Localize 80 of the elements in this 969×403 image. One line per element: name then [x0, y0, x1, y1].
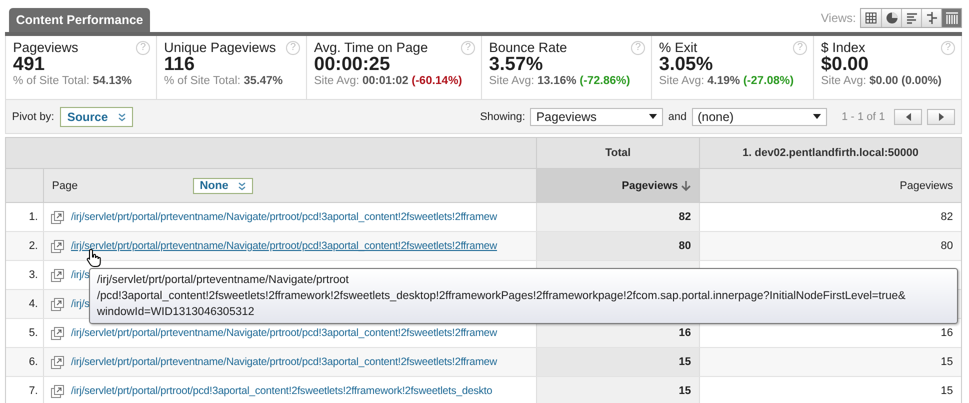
metric-value: $0.00	[821, 55, 870, 75]
view-button[interactable]	[881, 9, 901, 27]
table-cell: 80	[536, 232, 699, 260]
row-number: 4.	[28, 297, 39, 312]
metric-comparison: Site Avg: 00:01:02 (-60.14%)	[314, 75, 464, 87]
metric-comparison: Site Avg: 13.16% (-72.86%)	[489, 75, 632, 87]
table-cell: 15	[536, 377, 699, 403]
external-link-icon[interactable]	[51, 326, 64, 340]
row-number: 7.	[28, 384, 39, 399]
sorted-column-header[interactable]: Pageviews	[536, 169, 699, 202]
right-triangle-icon	[938, 112, 944, 120]
metric-comparison: Site Avg: $0.00 (0.00%)	[821, 75, 943, 87]
next-page-button[interactable]	[927, 108, 955, 124]
page-link[interactable]: /irj/servlet/prt/portal/prteventname/Navigate/prtroot/pcd!3aportal_content!2fsweetlets!2fframew	[71, 240, 498, 252]
caret-icon	[812, 114, 821, 119]
metric-comparison: % of Site Total: 35.47%	[164, 75, 284, 87]
previous-page-button[interactable]	[894, 108, 922, 124]
metric-name: $ Index	[821, 40, 866, 55]
metric-value: 3.57%	[489, 55, 544, 75]
row-number: 6.	[28, 355, 39, 370]
metric-value: 116	[164, 55, 195, 75]
metric-name: Avg. Time on Page	[314, 40, 428, 55]
metric-value: 3.05%	[659, 55, 714, 75]
metric-name: Bounce Rate	[489, 40, 568, 55]
view-icon	[884, 10, 900, 26]
column-header: Page	[52, 180, 78, 192]
external-link-icon[interactable]	[51, 356, 64, 368]
table-cell: 15	[699, 348, 961, 376]
external-link-icon[interactable]	[51, 210, 64, 224]
page-link[interactable]: /irj/servlet/prt/portal/prteventname/Navigate/prtroot/pcd!3aportal_content!2fsweetlets!2fframew	[71, 327, 498, 339]
view-button[interactable]	[921, 9, 941, 27]
report-tab[interactable]: Content Performance	[9, 8, 150, 32]
pagination-range: 1 - 1 of 1	[842, 110, 885, 122]
table-cell: 15	[699, 377, 961, 403]
tooltip-text: windowId=WID1313046305312	[97, 305, 254, 320]
page-link[interactable]: /irj/servlet/prt/portal/prtroot/pcd!3aportal_content!2fsweetlets!2fframework!2fsweetlets_deskto	[71, 385, 492, 397]
table-cell: 80	[699, 232, 961, 260]
metric-value: 00:00:25	[314, 55, 392, 75]
secondary-metric-dropdown[interactable]: (none)	[692, 108, 827, 126]
external-link-icon[interactable]	[51, 298, 64, 310]
page-link[interactable]: /irj/s	[71, 269, 90, 281]
caret-icon	[649, 114, 658, 119]
external-link-icon[interactable]	[51, 240, 64, 252]
table-cell: 82	[536, 203, 699, 231]
metric-comparison: Site Avg: 4.19% (-27.08%)	[659, 75, 795, 87]
metric-comparison: % of Site Total: 54.13%	[13, 75, 133, 87]
external-link-icon[interactable]	[51, 268, 64, 282]
metric-name: % Exit	[659, 40, 698, 55]
pivot-dropdown[interactable]: Source	[60, 106, 133, 126]
metric-dropdown[interactable]: Pageviews	[530, 108, 664, 126]
row-number: 3.	[28, 268, 39, 283]
view-button[interactable]	[941, 9, 961, 27]
secondary-dimension-dropdown[interactable]: None	[192, 178, 254, 194]
page-link[interactable]: /irj/servlet/prt/portal/prteventname/Navigate/prtroot/pcd!3aportal_content!2fsweetlets!2fframew	[71, 211, 498, 223]
tooltip-text: /irj/servlet/prt/portal/prteventname/Navigate/prtroot	[97, 273, 349, 288]
page-link[interactable]: /irj/s	[71, 298, 90, 310]
row-number: 1.	[28, 210, 39, 225]
row-number: 2.	[28, 239, 39, 254]
showing-label: Showing:	[480, 110, 526, 122]
view-button[interactable]	[901, 9, 921, 27]
tooltip-text: /pcd!3aportal_content!2fsweetlets!2fframework!2fsweetlets_desktop!2fframeworkPages!2fframeworkpage!2fcom.sap.portal.innerpage?InitialNodeFirstLevel=true&	[97, 289, 906, 304]
view-icon	[863, 10, 879, 26]
table-cell: 15	[536, 348, 699, 376]
view-icon	[944, 10, 960, 26]
view-button[interactable]	[861, 9, 881, 27]
row-number: 5.	[28, 326, 39, 341]
column-header[interactable]: Pageviews	[699, 169, 961, 202]
left-triangle-icon	[906, 112, 910, 120]
column-group-header: 1. dev02.pentlandfirth.local:50000	[699, 138, 961, 168]
page-link[interactable]: /irj/servlet/prt/portal/prteventname/Navigate/prtroot/pcd!3aportal_content!2fsweetlets!2fframew	[71, 356, 498, 368]
pivot-label: Pivot by:	[12, 110, 54, 122]
metric-name: Unique Pageviews	[164, 40, 276, 55]
metric-name: Pageviews	[13, 40, 78, 55]
sort-arrow-icon	[681, 180, 691, 192]
table-cell: 82	[699, 203, 961, 231]
metric-value: 491	[13, 55, 45, 75]
and-label: and	[668, 110, 687, 122]
views-label: Views:	[820, 11, 856, 25]
external-link-icon[interactable]	[51, 384, 64, 398]
column-group-header: Total	[536, 138, 699, 168]
